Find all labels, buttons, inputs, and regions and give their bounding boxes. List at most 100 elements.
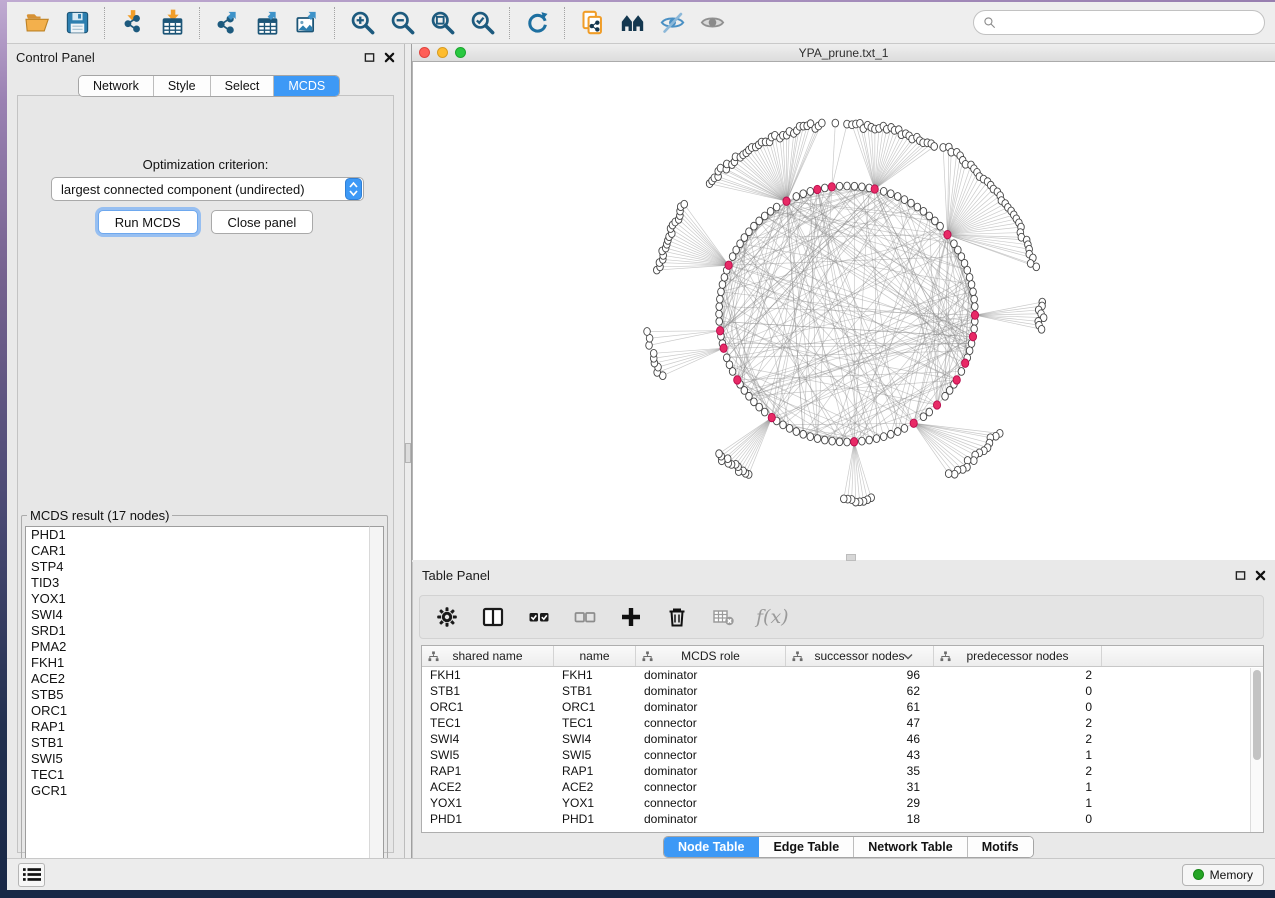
graph-node[interactable] <box>780 421 787 429</box>
graph-node[interactable] <box>894 428 901 436</box>
graph-node[interactable] <box>716 310 723 318</box>
graph-node[interactable] <box>880 187 887 195</box>
run-mcds-button[interactable]: Run MCDS <box>98 210 198 234</box>
graph-hub-node[interactable] <box>768 413 775 421</box>
graph-node[interactable] <box>887 430 894 438</box>
graph-node[interactable] <box>873 435 880 443</box>
optimization-criterion-select[interactable]: largest connected component (undirected) <box>51 177 364 201</box>
graph-node[interactable] <box>807 187 814 195</box>
cell-MCDS-role[interactable]: dominator <box>636 699 786 715</box>
graph-hub-node[interactable] <box>725 261 732 269</box>
hide-selected-button[interactable] <box>652 5 692 41</box>
mcds-result-item[interactable]: YOX1 <box>26 591 369 607</box>
cell-MCDS-role[interactable]: connector <box>636 779 786 795</box>
graph-node[interactable] <box>851 182 858 190</box>
cell-predecessor-nodes[interactable]: 1 <box>934 747 1102 763</box>
column-header-shared-name[interactable]: shared name <box>422 646 554 666</box>
graph-node[interactable] <box>793 428 800 436</box>
cell-predecessor-nodes[interactable]: 0 <box>934 699 1102 715</box>
graph-node[interactable] <box>894 193 901 201</box>
graph-node[interactable] <box>821 184 828 192</box>
search-input[interactable] <box>1002 15 1255 31</box>
cell-MCDS-role[interactable]: dominator <box>636 683 786 699</box>
mcds-result-item[interactable]: TEC1 <box>26 767 369 783</box>
cell-name[interactable]: YOX1 <box>554 795 636 811</box>
graph-node[interactable] <box>931 143 938 151</box>
graph-node[interactable] <box>644 328 651 336</box>
zoom-out-button[interactable] <box>382 5 422 41</box>
cell-MCDS-role[interactable]: dominator <box>636 763 786 779</box>
first-neighbors-button[interactable] <box>612 5 652 41</box>
graph-node[interactable] <box>800 190 807 198</box>
tab-network[interactable]: Network <box>79 76 154 96</box>
cell-shared-name[interactable]: STB1 <box>422 683 554 699</box>
graph-node[interactable] <box>920 413 927 421</box>
deselect-all-button[interactable] <box>570 601 600 633</box>
graph-node[interactable] <box>880 433 887 441</box>
refresh-layout-button[interactable] <box>517 5 557 41</box>
cell-successor-nodes[interactable]: 96 <box>786 667 934 683</box>
graph-node[interactable] <box>942 392 949 400</box>
graph-node[interactable] <box>844 182 851 190</box>
cell-MCDS-role[interactable]: dominator <box>636 731 786 747</box>
cell-successor-nodes[interactable]: 18 <box>786 811 934 827</box>
column-header-MCDS-role[interactable]: MCDS role <box>636 646 786 666</box>
graph-node[interactable] <box>970 288 977 296</box>
cell-successor-nodes[interactable]: 35 <box>786 763 934 779</box>
graph-node[interactable] <box>773 203 780 211</box>
graph-node[interactable] <box>650 349 657 357</box>
cell-predecessor-nodes[interactable]: 1 <box>934 795 1102 811</box>
table-row[interactable]: SWI5SWI5connector431 <box>422 747 1263 763</box>
mcds-result-item[interactable]: FKH1 <box>26 655 369 671</box>
import-table-button[interactable] <box>152 5 192 41</box>
cell-successor-nodes[interactable]: 43 <box>786 747 934 763</box>
graph-hub-node[interactable] <box>783 197 790 205</box>
graph-node[interactable] <box>761 212 768 220</box>
mcds-result-item[interactable]: PHD1 <box>26 527 369 543</box>
mcds-result-item[interactable]: STP4 <box>26 559 369 575</box>
close-panel-icon[interactable] <box>384 52 395 63</box>
mcds-result-item[interactable]: ORC1 <box>26 703 369 719</box>
graph-node[interactable] <box>1038 325 1045 333</box>
cell-successor-nodes[interactable]: 47 <box>786 715 934 731</box>
cell-successor-nodes[interactable]: 61 <box>786 699 934 715</box>
graph-hub-node[interactable] <box>720 344 727 352</box>
graph-node[interactable] <box>971 295 978 303</box>
cell-shared-name[interactable]: RAP1 <box>422 763 554 779</box>
tab-network-table[interactable]: Network Table <box>854 837 968 857</box>
cell-name[interactable]: STB1 <box>554 683 636 699</box>
cell-name[interactable]: RAP1 <box>554 763 636 779</box>
table-row[interactable]: ACE2ACE2connector311 <box>422 779 1263 795</box>
cell-name[interactable]: FKH1 <box>554 667 636 683</box>
graph-node[interactable] <box>646 341 653 349</box>
mcds-result-item[interactable]: STB5 <box>26 687 369 703</box>
column-header-name[interactable]: name <box>554 646 636 666</box>
cell-name[interactable]: ACE2 <box>554 779 636 795</box>
graph-node[interactable] <box>844 438 851 446</box>
graph-node[interactable] <box>717 295 724 303</box>
graph-hub-node[interactable] <box>814 185 821 193</box>
cell-name[interactable]: SWI5 <box>554 747 636 763</box>
cell-successor-nodes[interactable]: 46 <box>786 731 934 747</box>
export-table-button[interactable] <box>247 5 287 41</box>
graph-node[interactable] <box>887 190 894 198</box>
table-splitter-handle[interactable] <box>846 554 856 561</box>
table-row[interactable]: STB1STB1dominator620 <box>422 683 1263 699</box>
cell-shared-name[interactable]: ACE2 <box>422 779 554 795</box>
new-network-from-selection-button[interactable] <box>572 5 612 41</box>
network-canvas[interactable] <box>412 62 1275 560</box>
table-scrollbar-thumb[interactable] <box>1253 670 1261 760</box>
cell-shared-name[interactable]: YOX1 <box>422 795 554 811</box>
graph-node[interactable] <box>836 438 843 446</box>
float-panel-icon[interactable] <box>364 52 375 63</box>
tab-style[interactable]: Style <box>154 76 211 96</box>
cell-shared-name[interactable]: SWI4 <box>422 731 554 747</box>
delete-column-button[interactable] <box>662 601 692 633</box>
graph-hub-node[interactable] <box>716 327 723 335</box>
cell-MCDS-role[interactable]: connector <box>636 747 786 763</box>
graph-node[interactable] <box>800 430 807 438</box>
mcds-result-item[interactable]: PMA2 <box>26 639 369 655</box>
mcds-result-item[interactable]: CAR1 <box>26 543 369 559</box>
graph-node[interactable] <box>840 495 847 503</box>
graph-hub-node[interactable] <box>953 376 960 384</box>
